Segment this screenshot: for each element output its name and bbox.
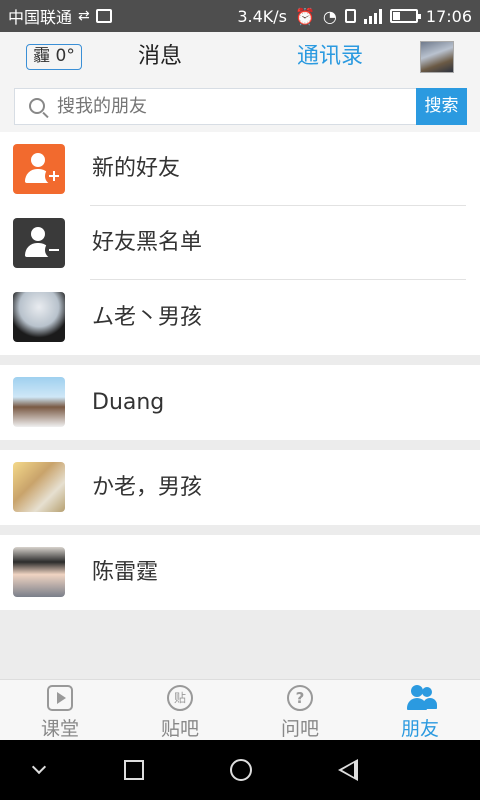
usb-icon: ⇄ — [78, 8, 90, 24]
nav-label: 朋友 — [400, 718, 439, 740]
list-item[interactable]: ム老丶男孩 — [0, 280, 480, 355]
list-item[interactable]: 陈雷霆 — [0, 535, 480, 610]
nav-label: 课堂 — [40, 718, 79, 740]
friends-icon — [407, 685, 437, 711]
friend-name: Duang — [92, 390, 165, 415]
system-nav-bar — [0, 740, 480, 800]
list-item[interactable]: か老，男孩 — [0, 450, 480, 525]
nav-label: 问吧 — [280, 718, 319, 740]
recents-icon[interactable] — [124, 760, 144, 780]
blacklist-row[interactable]: 好友黑名单 — [0, 206, 480, 280]
back-icon[interactable] — [338, 759, 358, 781]
tab-contacts[interactable]: 通讯录 — [285, 42, 375, 72]
home-icon[interactable] — [230, 759, 252, 781]
search-input[interactable] — [57, 89, 407, 124]
profile-avatar[interactable] — [420, 41, 454, 73]
blacklist-icon — [13, 218, 65, 268]
search-button[interactable]: 搜索 — [416, 88, 467, 125]
friend-name: ム老丶男孩 — [92, 305, 203, 330]
network-speed: 3.4K/s — [237, 6, 287, 26]
weather-badge[interactable]: 霾 0° — [26, 44, 82, 70]
alarm-icon: ⏰ — [295, 6, 315, 26]
nav-item-questions[interactable]: ? 问吧 — [240, 680, 360, 740]
new-friends-row[interactable]: 新的好友 — [0, 132, 480, 206]
search-box — [14, 88, 418, 125]
image-icon — [95, 9, 112, 23]
search-bar: 搜索 — [0, 82, 480, 132]
carrier-label: 中国联通 — [8, 8, 73, 27]
bottom-nav: 课堂 贴 贴吧 ? 问吧 朋友 — [0, 679, 480, 740]
question-icon: ? — [287, 685, 313, 711]
tab-messages[interactable]: 消息 — [120, 42, 200, 72]
hide-keyboard-icon[interactable] — [31, 759, 47, 775]
nav-item-classroom[interactable]: 课堂 — [0, 680, 120, 740]
post-icon: 贴 — [167, 685, 193, 711]
nav-item-friends[interactable]: 朋友 — [360, 680, 480, 740]
avatar — [13, 292, 65, 342]
avatar — [13, 547, 65, 597]
blacklist-label: 好友黑名单 — [92, 230, 203, 255]
sim-icon — [344, 9, 356, 23]
friend-name: か老，男孩 — [92, 475, 203, 500]
nav-label: 贴吧 — [160, 718, 199, 740]
signal-icon — [363, 8, 382, 24]
wifi-icon: ◔ — [322, 6, 337, 26]
friend-name: 陈雷霆 — [92, 560, 159, 585]
app-header: 霾 0° 消息 通讯录 — [0, 32, 480, 82]
avatar — [13, 377, 65, 427]
nav-item-forum[interactable]: 贴 贴吧 — [120, 680, 240, 740]
video-class-icon — [47, 685, 73, 711]
status-bar: 中国联通 ⇄ 3.4K/s ⏰ ◔ 17:06 — [0, 0, 480, 32]
avatar — [13, 462, 65, 512]
search-icon — [29, 98, 45, 114]
clock: 17:06 — [425, 6, 472, 26]
new-friends-label: 新的好友 — [92, 156, 181, 181]
add-friend-icon — [13, 144, 65, 194]
list-item[interactable]: Duang — [0, 365, 480, 440]
contacts-list: 新的好友 好友黑名单 ム老丶男孩 Duang か老，男孩 陈雷霆 — [0, 132, 480, 610]
battery-icon — [389, 9, 421, 23]
